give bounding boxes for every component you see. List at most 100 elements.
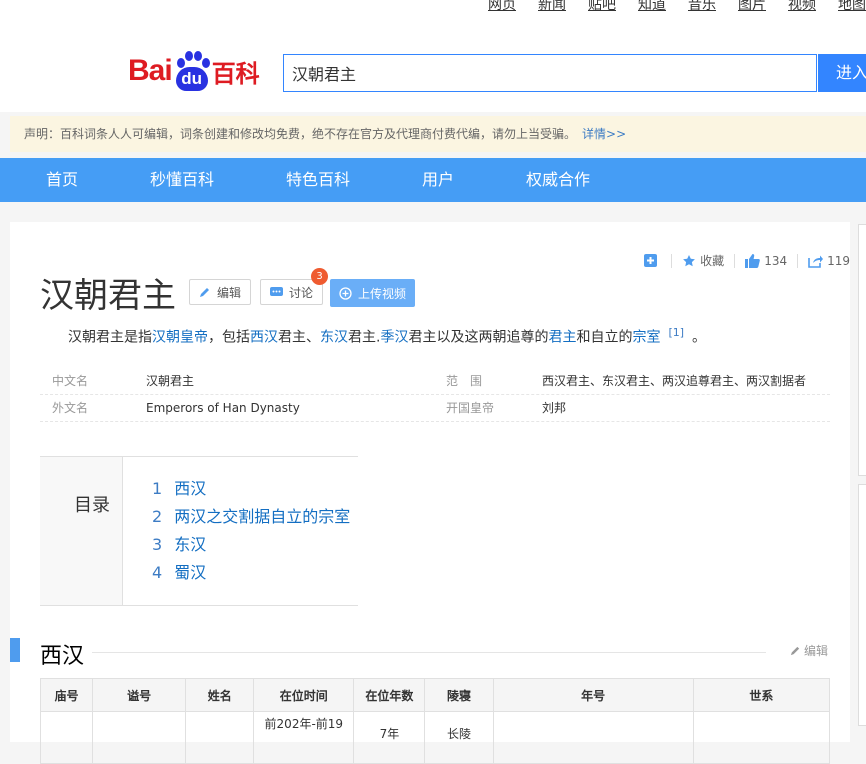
catalog-label-panel: 目录	[40, 457, 123, 605]
pencil-icon	[200, 288, 209, 297]
summary-text: 君主以及这两朝追尊的	[408, 329, 549, 346]
table-header-row: 庙号 谥号 姓名 在位时间 在位年数 陵寝 年号 世系	[39, 678, 831, 712]
top-link-music[interactable]: 音乐	[688, 0, 716, 14]
summary-text: 。	[692, 329, 707, 346]
logo-baike-text: 百科	[211, 59, 260, 88]
nav-authority[interactable]: 权威合作	[526, 158, 590, 202]
side-panel-edge-lower	[858, 484, 866, 726]
column-header: 陵寝	[424, 678, 494, 712]
edit-label: 编辑	[217, 285, 242, 300]
top-link-web[interactable]: 网页	[488, 0, 516, 14]
main-content: 收藏 134 119 汉朝君主 编辑 讨论 3 上传视频 汉朝君主是指汉朝皇帝，…	[10, 222, 850, 764]
logo-du-text: du	[175, 67, 208, 91]
top-link-video[interactable]: 视频	[788, 0, 816, 14]
info-value: 汉朝君主	[146, 374, 195, 388]
link-eastern-han[interactable]: 东汉	[320, 330, 348, 346]
catalog-item[interactable]: 3 东汉	[152, 531, 206, 555]
nav-home[interactable]: 首页	[46, 158, 78, 202]
info-key: 中文名	[52, 374, 89, 388]
plus-circle-icon	[339, 286, 352, 300]
edit-button[interactable]: 编辑	[189, 279, 252, 305]
table-row: 前202年-前19 7年 长陵	[39, 711, 831, 764]
divider	[671, 253, 673, 268]
basic-info-table: 中文名 汉朝君主 范 围 西汉君主、东汉君主、两汉追尊君主、两汉割据者 外文名 …	[40, 368, 830, 422]
catalog-item[interactable]: 2 两汉之交割据自立的宗室	[152, 503, 350, 527]
share-button[interactable]: 119	[808, 254, 850, 268]
discuss-badge: 3	[311, 268, 328, 285]
collect-label: 收藏	[700, 254, 725, 268]
link-clan[interactable]: 宗室	[632, 330, 660, 346]
top-link-map[interactable]: 地图	[838, 0, 866, 14]
summary-text: 汉朝君主是指	[68, 329, 152, 346]
summary-text: 和自立的	[576, 329, 633, 346]
lemma-summary: 汉朝君主是指汉朝皇帝，包括西汉君主、东汉君主.季汉君主以及这两朝追尊的君主和自立…	[68, 326, 706, 347]
link-han-emperors[interactable]: 汉朝皇帝	[152, 330, 208, 346]
emperor-table: 庙号 谥号 姓名 在位时间 在位年数 陵寝 年号 世系 前202年-前19 7年…	[39, 678, 831, 764]
link-monarch[interactable]: 君主	[548, 330, 576, 346]
paw-icon: du	[174, 51, 210, 91]
column-header: 姓名	[185, 678, 255, 712]
like-button[interactable]: 134	[745, 253, 787, 268]
collect-button[interactable]: 收藏	[682, 252, 724, 269]
top-link-tieba[interactable]: 贴吧	[588, 0, 616, 14]
top-link-images[interactable]: 图片	[738, 0, 766, 14]
catalog-num: 2	[152, 507, 163, 526]
divider	[734, 253, 736, 268]
column-header: 年号	[492, 678, 694, 712]
divider	[797, 253, 799, 268]
pencil-icon	[790, 646, 800, 656]
notice-detail-link[interactable]: 详情>>	[582, 127, 626, 141]
table-cell: 长陵	[424, 711, 494, 764]
page-title: 汉朝君主	[40, 276, 176, 316]
top-links: 网页 新闻 贴吧 知道 音乐 图片 视频 地图	[466, 0, 866, 14]
summary-text: 君主、	[278, 329, 320, 346]
nav-miaodong[interactable]: 秒懂百科	[150, 158, 214, 202]
table-cell	[92, 711, 187, 764]
section-divider	[92, 652, 766, 653]
nav-users[interactable]: 用户	[422, 158, 454, 202]
share-count: 119	[827, 253, 850, 268]
search-input[interactable]	[284, 55, 816, 91]
search-box	[283, 54, 817, 92]
share-icon	[808, 255, 824, 268]
basic-info-row: 中文名 汉朝君主 范 围 西汉君主、东汉君主、两汉追尊君主、两汉割据者	[40, 368, 830, 395]
link-shu-han[interactable]: 季汉	[380, 330, 408, 346]
info-key: 范 围	[446, 374, 483, 388]
table-cell	[492, 711, 694, 764]
plus-square-icon	[644, 254, 658, 267]
link-western-han[interactable]: 西汉	[250, 330, 278, 346]
table-cell: 7年	[353, 711, 426, 764]
section-edit-button[interactable]: 编辑	[790, 642, 828, 659]
chat-icon	[270, 286, 283, 296]
search-button[interactable]: 进入	[818, 54, 866, 92]
top-link-news[interactable]: 新闻	[538, 0, 566, 14]
catalog-item[interactable]: 4 蜀汉	[152, 559, 206, 583]
catalog-label: 东汉	[174, 535, 207, 554]
column-header: 谥号	[92, 678, 187, 712]
catalog-item[interactable]: 1 西汉	[152, 475, 206, 499]
notice-text: 声明：百科词条人人可编辑，词条创建和修改均免费，绝不存在官方及代理商付费代编，请…	[24, 127, 577, 141]
baike-logo[interactable]: Bai du 百科	[128, 50, 260, 92]
catalog-title: 目录	[74, 495, 110, 516]
table-cell	[39, 711, 94, 764]
thumbs-up-icon	[745, 253, 761, 268]
table-cell: 前202年-前19	[253, 711, 355, 764]
reference-link[interactable]: [1]	[668, 326, 684, 339]
add-button[interactable]	[644, 254, 661, 267]
catalog-label: 蜀汉	[174, 563, 207, 582]
side-panel-edge	[858, 224, 866, 476]
top-link-zhidao[interactable]: 知道	[638, 0, 666, 14]
info-key: 外文名	[52, 401, 89, 415]
summary-text: 君主.	[348, 329, 381, 346]
nav-featured[interactable]: 特色百科	[286, 158, 350, 202]
logo-bai-text: Bai	[128, 54, 173, 87]
upload-label: 上传视频	[358, 286, 407, 301]
table-cell	[185, 711, 255, 764]
info-value: 刘邦	[542, 401, 567, 415]
column-header: 庙号	[39, 678, 94, 712]
main-nav: 首页 秒懂百科 特色百科 用户 权威合作	[0, 158, 866, 202]
section-title: 西汉	[40, 644, 85, 669]
column-header: 在位时间	[253, 678, 355, 712]
catalog-num: 4	[152, 563, 163, 582]
upload-video-button[interactable]: 上传视频	[330, 279, 416, 307]
